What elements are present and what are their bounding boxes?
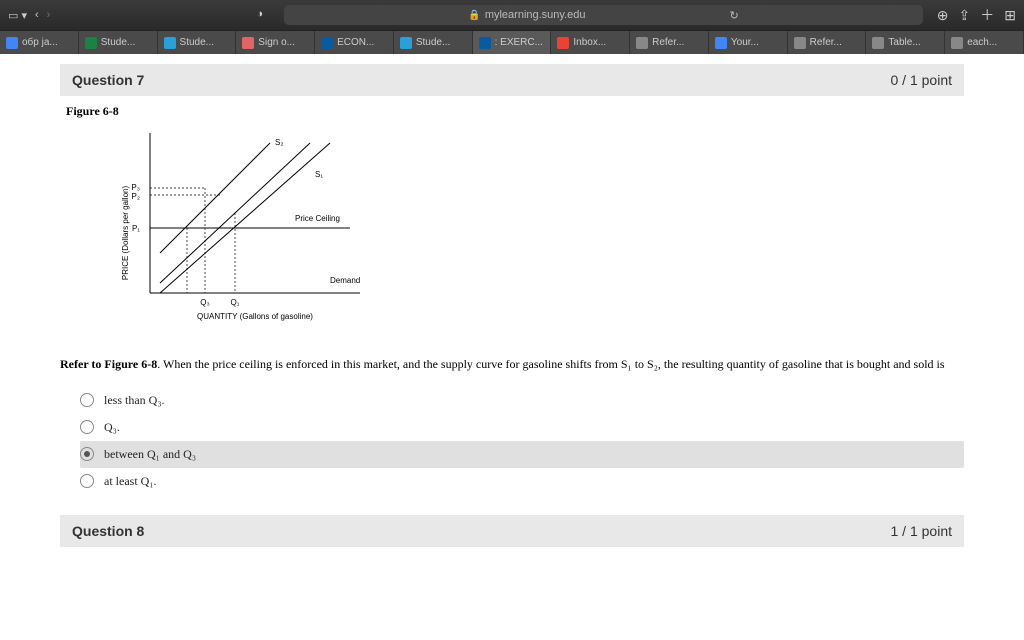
favicon	[557, 37, 569, 49]
radio-icon	[80, 447, 94, 461]
favicon	[242, 37, 254, 49]
chart: PRICE (Dollars per gallon) S₂ S₁ Price C…	[120, 123, 964, 338]
new-tab-icon[interactable]: ＋	[980, 5, 994, 25]
tab-label: ECON...	[337, 37, 374, 48]
download-icon[interactable]: ⊕	[937, 7, 949, 24]
favicon	[794, 37, 806, 49]
option-label: less than Q₃.	[104, 393, 165, 408]
q1-label: Q₁	[231, 298, 240, 307]
option-label: between Q₁ and Q₃	[104, 447, 196, 462]
question-header: Question 7 0 / 1 point	[60, 64, 964, 96]
favicon	[164, 37, 176, 49]
answer-options: less than Q₃. Q₃. between Q₁ and Q₃ at leas…	[80, 387, 964, 495]
radio-icon	[80, 420, 94, 434]
browser-tab[interactable]: Refer...	[630, 31, 709, 54]
tab-label: Stude...	[416, 37, 450, 48]
tab-label: : EXERC...	[495, 37, 543, 48]
browser-tab[interactable]: обр ја...	[0, 31, 79, 54]
p1-label: P₁	[132, 224, 140, 233]
s1-label: S₁	[315, 170, 323, 179]
browser-tab[interactable]: Stude...	[79, 31, 158, 54]
tab-label: Stude...	[180, 37, 214, 48]
question8-header: Question 8 1 / 1 point	[60, 515, 964, 547]
favicon	[479, 37, 491, 49]
browser-tab[interactable]: Stude...	[394, 31, 473, 54]
y-axis-label: PRICE (Dollars per gallon)	[121, 186, 130, 281]
tab-label: обр ја...	[22, 37, 58, 48]
radio-icon	[80, 393, 94, 407]
browser-tab[interactable]: Refer...	[788, 31, 867, 54]
url-text: mylearning.suny.edu	[485, 9, 586, 21]
x-axis-label: QUANTITY (Gallons of gasoline)	[197, 312, 313, 321]
favicon	[400, 37, 412, 49]
q3-label: Q₃	[200, 298, 209, 307]
answer-option[interactable]: between Q₁ and Q₃	[80, 441, 964, 468]
tabs-overview-icon[interactable]: ⊞	[1004, 7, 1016, 24]
favicon	[636, 37, 648, 49]
option-label: Q₃.	[104, 420, 120, 435]
tab-label: Table...	[888, 37, 920, 48]
tab-label: Refer...	[810, 37, 842, 48]
answer-option[interactable]: at least Q₁.	[80, 468, 964, 495]
question8-points: 1 / 1 point	[891, 523, 953, 539]
back-icon[interactable]: ‹	[35, 9, 39, 21]
browser-tab[interactable]: Your...	[709, 31, 788, 54]
page-content: Question 7 0 / 1 point Figure 6-8 PRICE …	[0, 54, 1024, 640]
browser-tab[interactable]: each...	[945, 31, 1024, 54]
radio-icon	[80, 474, 94, 488]
tab-label: Stude...	[101, 37, 135, 48]
tab-bar: обр ја... Stude... Stude... Sign o... ECON..…	[0, 30, 1024, 54]
p2-label: P₂	[132, 192, 140, 201]
share-icon[interactable]: ⇪	[959, 7, 971, 24]
favicon	[715, 37, 727, 49]
s2-line	[160, 143, 270, 253]
reload-icon[interactable]: ↻	[730, 9, 739, 22]
question-title: Question 7	[72, 72, 144, 88]
answer-option[interactable]: less than Q₃.	[80, 387, 964, 414]
favicon	[85, 37, 97, 49]
sidebar-toggle-icon[interactable]: ▭ ▾	[8, 9, 27, 22]
figure-title: Figure 6-8	[66, 104, 964, 119]
lock-icon: 🔒	[468, 10, 480, 21]
ceiling-label: Price Ceiling	[295, 214, 340, 223]
tab-label: Refer...	[652, 37, 684, 48]
s2-label: S₂	[275, 138, 283, 147]
browser-tab[interactable]: Sign o...	[236, 31, 315, 54]
browser-tab[interactable]: : EXERC...	[473, 31, 552, 54]
option-label: at least Q₁.	[104, 474, 157, 489]
favicon	[951, 37, 963, 49]
tab-label: Inbox...	[573, 37, 606, 48]
browser-tab[interactable]: Table...	[866, 31, 945, 54]
browser-tab[interactable]: Inbox...	[551, 31, 630, 54]
browser-toolbar: ▭ ▾ ‹ › ◑ 🔒 mylearning.suny.edu ↻ ⊕ ⇪ ＋ …	[0, 0, 1024, 30]
tab-label: Sign o...	[258, 37, 295, 48]
favicon	[321, 37, 333, 49]
question8-title: Question 8	[72, 523, 144, 539]
demand-label: Demand	[330, 276, 360, 285]
answer-option[interactable]: Q₃.	[80, 414, 964, 441]
browser-tab[interactable]: ECON...	[315, 31, 394, 54]
question-points: 0 / 1 point	[891, 72, 953, 88]
favicon	[872, 37, 884, 49]
shield-icon[interactable]: ◑	[256, 8, 270, 22]
question-text: Refer to Figure 6-8. Refer to Figure 6-8…	[60, 356, 964, 373]
favicon	[6, 37, 18, 49]
forward-icon: ›	[47, 9, 51, 21]
address-bar[interactable]: 🔒 mylearning.suny.edu ↻	[284, 5, 922, 25]
tab-label: each...	[967, 37, 997, 48]
browser-tab[interactable]: Stude...	[158, 31, 237, 54]
p3-label: P₃	[131, 183, 140, 192]
tab-label: Your...	[731, 37, 759, 48]
